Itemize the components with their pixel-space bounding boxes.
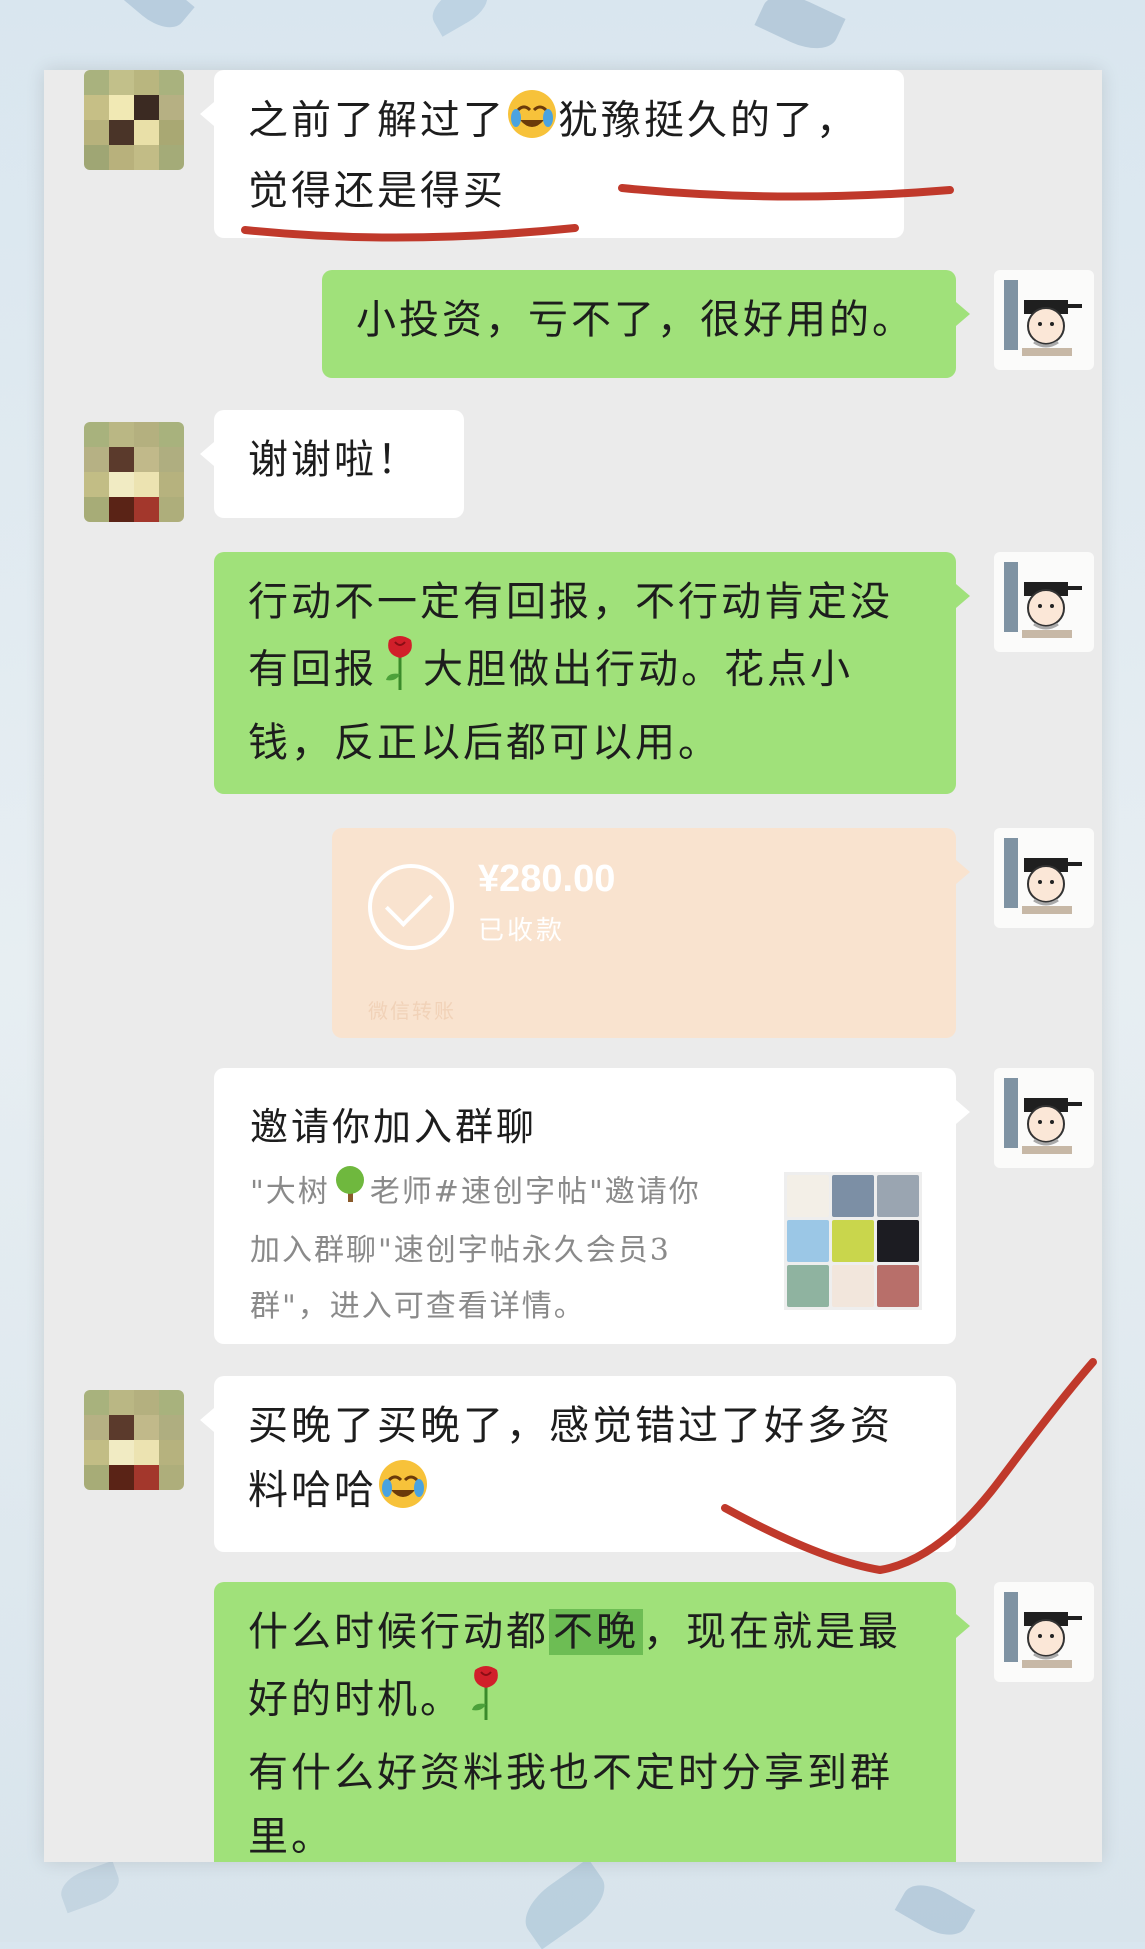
message-text: ，现在就是最: [643, 1609, 901, 1655]
message-text: 觉得还是得买: [248, 168, 506, 214]
contact-avatar[interactable]: [84, 1390, 184, 1490]
decorative-leaf: [115, 0, 195, 38]
decorative-leaf: [425, 0, 495, 37]
invite-title: 邀请你加入群聊: [250, 1105, 538, 1149]
highlighted-text: 不晚: [549, 1609, 643, 1655]
transfer-card[interactable]: ¥280.00 已收款 微信转账: [332, 828, 970, 1038]
message-text: 有回报: [248, 646, 377, 693]
teacher-cartoon-icon: [1004, 1592, 1082, 1668]
crying-laughing-face-icon: [377, 1458, 429, 1529]
self-avatar[interactable]: [994, 1068, 1094, 1168]
received-check-icon: [368, 864, 454, 950]
message-text: 小投资，亏不了，很好用的。: [356, 297, 915, 343]
message-bubble[interactable]: 之前了解过了 犹豫挺久的了， 觉得还是得买: [200, 70, 904, 238]
message-bubble[interactable]: 行动不一定有回报，不行动肯定没 有回报 大胆做出行动。花点小 钱，反正以后都可以用…: [214, 552, 970, 794]
self-avatar[interactable]: [994, 270, 1094, 370]
teacher-cartoon-icon: [1004, 280, 1082, 356]
chat-panel[interactable]: 之前了解过了 犹豫挺久的了， 觉得还是得买 小投资，亏不了，很好用的。 谢谢啦！ …: [44, 70, 1102, 1862]
group-avatar-grid: [784, 1172, 922, 1310]
transfer-status: 已收款: [478, 916, 566, 946]
decorative-leaf: [754, 0, 846, 59]
group-member-avatar: [787, 1175, 829, 1217]
group-member-avatar: [832, 1265, 874, 1307]
self-avatar[interactable]: [994, 1582, 1094, 1682]
invite-description: "大树 老师#速创字帖"邀请你 加入群聊"速创字帖永久会员3 群"，进入可查看详情…: [250, 1164, 750, 1335]
contact-avatar[interactable]: [84, 70, 184, 170]
message-bubble[interactable]: 小投资，亏不了，很好用的。: [322, 270, 970, 378]
group-member-avatar: [877, 1265, 919, 1307]
message-text: 买晚了买晚了，感觉错过了好多资: [248, 1403, 893, 1449]
tree-icon: [330, 1164, 370, 1223]
message-text: 钱，反正以后都可以用。: [248, 720, 721, 766]
message-text: 犹豫挺久的了，: [558, 97, 859, 144]
teacher-cartoon-icon: [1004, 562, 1082, 638]
group-member-avatar: [832, 1220, 874, 1262]
transfer-amount: ¥280.00: [478, 858, 616, 900]
group-member-avatar: [787, 1265, 829, 1307]
group-member-avatar: [877, 1220, 919, 1262]
message-bubble[interactable]: 买晚了买晚了，感觉错过了好多资 料哈哈: [200, 1376, 956, 1552]
group-member-avatar: [877, 1175, 919, 1217]
teacher-cartoon-icon: [1004, 1078, 1082, 1154]
crying-laughing-face-icon: [506, 88, 558, 159]
message-text: 大胆做出行动。花点小: [423, 646, 853, 693]
message-bubble[interactable]: 谢谢啦！: [200, 410, 464, 518]
message-bubble[interactable]: 什么时候行动都 不晚 ，现在就是最 好的时机。 有什么好资料我也不定时分享到群 里。: [214, 1582, 970, 1862]
group-member-avatar: [787, 1220, 829, 1262]
group-invite-card[interactable]: 邀请你加入群聊 "大树 老师#速创字帖"邀请你 加入群聊"速创字帖永久会员3 群"…: [214, 1068, 970, 1344]
decorative-leaf: [514, 1858, 616, 1949]
message-text: 之前了解过了: [248, 97, 506, 144]
decorative-leaf: [894, 1875, 976, 1945]
contact-avatar[interactable]: [84, 422, 184, 522]
message-text: 谢谢啦！: [248, 437, 420, 483]
message-text: 料哈哈: [248, 1467, 377, 1514]
group-member-avatar: [832, 1175, 874, 1217]
decorative-leaf: [55, 1860, 125, 1914]
teacher-cartoon-icon: [1004, 838, 1082, 914]
message-text: 里。: [248, 1814, 334, 1860]
self-avatar[interactable]: [994, 828, 1094, 928]
invite-desc-part: 老师#速创字帖"邀请你: [369, 1174, 701, 1210]
message-text: 什么时候行动都: [248, 1609, 549, 1655]
rose-icon: [377, 634, 423, 711]
rose-icon: [463, 1664, 509, 1741]
message-text: 行动不一定有回报，不行动肯定没: [248, 579, 893, 625]
self-avatar[interactable]: [994, 552, 1094, 652]
message-text: 有什么好资料我也不定时分享到群: [248, 1750, 893, 1796]
invite-desc-part: "大树: [250, 1174, 330, 1210]
invite-desc-part: 加入群聊"速创字帖永久会员3: [250, 1233, 671, 1268]
invite-desc-part: 群"，进入可查看详情。: [250, 1289, 586, 1324]
transfer-footer: 微信转账: [368, 999, 456, 1023]
message-text: 好的时机。: [248, 1676, 463, 1723]
